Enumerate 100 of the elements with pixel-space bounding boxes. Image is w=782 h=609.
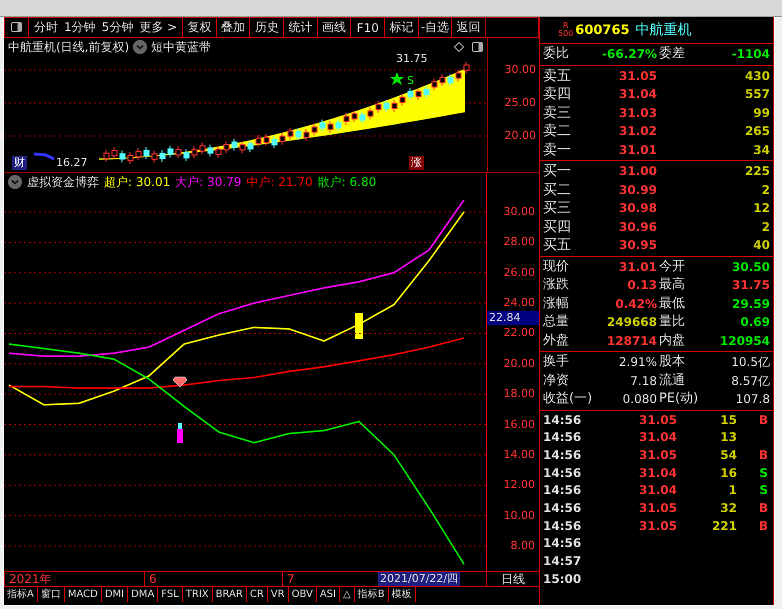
toolbar-button[interactable]: 统计 [283, 18, 317, 37]
signal-bar-icon [355, 313, 363, 339]
trade-side: B [758, 412, 769, 428]
order-volume: 265 [744, 123, 770, 140]
period-tab[interactable]: 5分钟 [98, 18, 136, 37]
trade-time: 14:56 [543, 464, 582, 482]
quote-label: 股本 [658, 353, 686, 371]
quote-value: 128714 [606, 332, 657, 350]
toolbar-button[interactable]: 叠加 [216, 18, 250, 37]
period-label: 日线 [501, 572, 525, 586]
quote-label: 委比 [543, 45, 570, 63]
indicator-tab[interactable]: 指标A [4, 587, 38, 602]
indicator-tab[interactable]: BRAR [212, 587, 247, 602]
toolbar-button[interactable]: 返回 [451, 18, 486, 37]
market-label: 500 [558, 30, 574, 38]
diamond-icon [172, 376, 188, 388]
indicator-name[interactable]: 短中黄蓝带 [151, 38, 212, 56]
quote-label: 现价 [543, 258, 570, 276]
quote-value: 30.50 [731, 258, 770, 276]
market-label: R [562, 22, 568, 30]
candlestick [328, 120, 334, 134]
indicator-tab[interactable]: MACD [64, 587, 102, 602]
indicator-tab[interactable]: DMA [128, 587, 158, 602]
axis-tick-label: 28.00 [504, 235, 535, 250]
chart-title: 中航重机(日线,前复权) [8, 38, 130, 56]
panel-toggle-icon[interactable] [472, 42, 483, 52]
order-volume: 2 [760, 182, 770, 198]
quote-value: 120954 [718, 332, 770, 350]
order-level-label: 买一 [543, 162, 572, 180]
order-price: 30.99 [618, 182, 657, 198]
order-level-label: 买二 [543, 180, 572, 199]
stock-code: 600765 [575, 22, 630, 38]
candlestick [392, 99, 398, 112]
quote-label: 最低 [658, 294, 686, 312]
trade-side: S [758, 482, 769, 500]
order-price: 31.03 [618, 104, 657, 122]
quote-value: 10.5亿 [730, 354, 770, 371]
indicator-tab[interactable]: ASI [316, 587, 340, 602]
candlestick [176, 146, 182, 159]
price-line-drawing [34, 152, 55, 160]
chart-badge: 涨 [409, 156, 424, 170]
toolbar-button[interactable]: F10 [350, 18, 384, 37]
trade-price: 31.05 [638, 446, 677, 464]
trade-volume: 13 [719, 429, 737, 446]
trade-side: B [758, 518, 769, 535]
candlestick [168, 145, 174, 158]
quote-value: 31.01 [618, 258, 657, 276]
chart-badge: 财 [12, 156, 27, 170]
toolbar-button[interactable]: -自选 [418, 18, 452, 37]
period-tab[interactable]: 更多 > [136, 18, 180, 37]
order-price: 30.98 [618, 200, 657, 217]
candlestick [368, 107, 374, 120]
toolbar-button[interactable]: 画线 [316, 18, 350, 37]
order-volume: 34 [752, 142, 770, 158]
candlestick [136, 148, 142, 161]
indicator-tab[interactable]: CR [246, 587, 268, 602]
axis-tick-label: 20.00 [504, 129, 536, 143]
indicator-tab[interactable]: 窗口 [38, 587, 65, 602]
indicator-tab[interactable]: 模板 [388, 587, 416, 602]
period-tab[interactable]: 分时 [31, 18, 61, 37]
trade-side: S [758, 464, 769, 482]
quote-value: 31.75 [731, 277, 770, 294]
indicator-tab[interactable]: TRIX [182, 587, 213, 602]
candlestick [224, 140, 230, 154]
order-level-label: 买五 [543, 236, 572, 254]
indicator-tab[interactable]: △ [340, 587, 355, 602]
indicator-tab[interactable]: OBV [288, 587, 317, 602]
indicator-tab[interactable]: DMI [102, 587, 128, 602]
candlestick [256, 134, 262, 148]
quote-value: 0.42% [614, 296, 657, 312]
low-price-label: 16.27 [56, 156, 88, 169]
period-tab[interactable]: 1分钟 [61, 18, 99, 37]
order-volume: 2 [760, 218, 770, 236]
quote-value: 0.69 [739, 314, 770, 331]
candlestick [232, 138, 238, 152]
axis-tick-label: 14.00 [504, 448, 535, 462]
indicator-tab[interactable]: FSL [158, 587, 183, 602]
toolbar-button[interactable]: 标记 [384, 18, 418, 37]
quote-label: 内盘 [658, 332, 686, 350]
panel-toggle-icon[interactable] [11, 22, 22, 32]
order-level-label: 卖二 [543, 122, 572, 140]
candlestick [288, 127, 294, 140]
trade-price: 31.05 [638, 412, 677, 428]
trade-time: 15:00 [543, 570, 582, 588]
order-level-label: 卖三 [543, 104, 572, 122]
candlestick [152, 150, 158, 164]
candlestick [416, 88, 422, 100]
toolbar-button[interactable]: 历史 [249, 18, 284, 37]
indicator-tab[interactable]: VR [268, 587, 289, 602]
trade-time: 14:56 [543, 500, 582, 518]
chevron-down-icon[interactable] [133, 40, 148, 54]
legend-value: 中户: 21.70 [246, 174, 313, 190]
candlestick [312, 123, 318, 136]
diamond-icon[interactable] [454, 42, 464, 52]
candlestick [240, 140, 246, 154]
toolbar-button[interactable]: 复权 [182, 18, 216, 37]
order-price: 31.04 [618, 86, 657, 103]
chevron-down-icon[interactable] [8, 175, 22, 189]
indicator-name[interactable]: 虚拟资金博弈 [27, 174, 99, 190]
indicator-tab[interactable]: 指标B [354, 587, 389, 602]
